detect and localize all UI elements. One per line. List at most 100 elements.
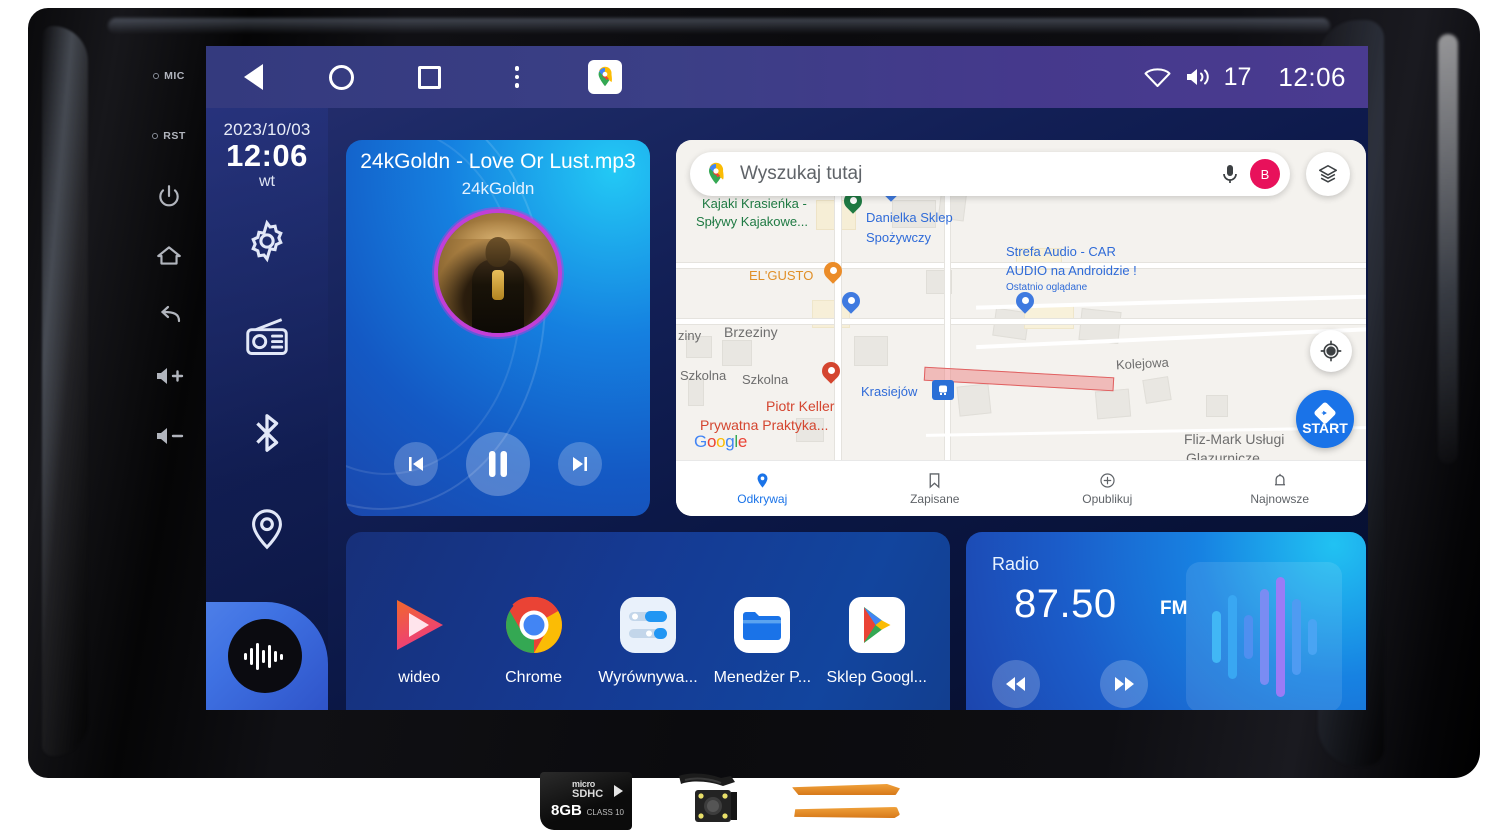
radio-seek-up-button[interactable] xyxy=(1100,660,1148,708)
status-indicators: 17 12:06 xyxy=(1144,62,1346,93)
app-shortcut-chrome[interactable]: Chrome xyxy=(480,594,588,687)
music-visualizer-button[interactable] xyxy=(228,619,302,693)
map-pin-restaurant[interactable] xyxy=(820,258,846,286)
map-pin-strefa-audio[interactable] xyxy=(1012,288,1038,316)
sd-class: CLASS 10 xyxy=(586,808,624,817)
navigation-start-button[interactable]: START xyxy=(1296,390,1354,448)
nav-recents-button[interactable] xyxy=(412,60,446,94)
map-nav-saved[interactable]: Zapisane xyxy=(849,472,1022,506)
reset-dot-icon xyxy=(152,133,159,139)
map-pin-piotr-keller[interactable] xyxy=(818,358,844,386)
widget-grid: 24kGoldn - Love Or Lust.mp3 24kGoldn Kaj… xyxy=(346,122,1368,710)
back-button[interactable] xyxy=(137,286,201,346)
equalizer-bar xyxy=(1307,619,1317,655)
statusbar-maps-shortcut[interactable] xyxy=(588,60,622,94)
map-building xyxy=(854,336,888,366)
radio-seek-down-button[interactable] xyxy=(992,660,1040,708)
video-player-icon xyxy=(388,594,450,656)
sidebar-time: 12:06 xyxy=(226,138,308,173)
nav-back-button[interactable] xyxy=(236,60,270,94)
map-label: Brzeziny xyxy=(724,324,778,340)
equalizer-bar xyxy=(1275,577,1285,697)
app-shortcut-equalizer[interactable]: Wyrównywa... xyxy=(594,594,702,687)
mic-indicator: MIC xyxy=(137,46,201,106)
google-watermark: Google xyxy=(694,432,748,451)
google-play-icon xyxy=(846,594,908,656)
microphone-icon[interactable] xyxy=(1220,162,1240,186)
avatar[interactable]: B xyxy=(1250,159,1280,189)
equalizer-bar xyxy=(1259,589,1269,685)
equalizer-bar xyxy=(1243,615,1253,659)
map-bottom-navigation: Odkrywaj Zapisane Opublikuj Najnowsze xyxy=(676,460,1366,516)
sidebar-item-location[interactable] xyxy=(241,503,293,555)
app-shortcut-wideo[interactable]: wideo xyxy=(365,594,473,687)
previous-track-button[interactable] xyxy=(394,442,438,486)
my-location-button[interactable] xyxy=(1310,330,1352,372)
map-nav-label: Odkrywaj xyxy=(737,491,788,506)
next-track-button[interactable] xyxy=(558,442,602,486)
map-label: Szkolna xyxy=(680,368,727,383)
home-button[interactable] xyxy=(137,226,201,286)
map-building xyxy=(1206,395,1228,417)
volume-up-button[interactable] xyxy=(137,346,201,406)
map-label: Strefa Audio - CAR xyxy=(1006,244,1116,259)
radio-visualizer xyxy=(1186,562,1342,710)
nav-overflow-button[interactable] xyxy=(500,60,534,94)
map-nav-explore[interactable]: Odkrywaj xyxy=(676,472,849,506)
recents-square-icon xyxy=(417,65,441,89)
track-title: 24kGoldn - Love Or Lust.mp3 xyxy=(360,150,636,173)
map-label: Spożywczy xyxy=(866,230,932,245)
map-road xyxy=(676,319,1366,324)
map-pin-store[interactable] xyxy=(838,288,864,316)
map-nav-updates[interactable]: Najnowsze xyxy=(1194,472,1367,506)
nav-home-button[interactable] xyxy=(324,60,358,94)
equalizer-bar xyxy=(1211,611,1221,663)
sidebar-item-settings[interactable] xyxy=(241,215,293,267)
app-shortcut-file-manager[interactable]: Menedżer P... xyxy=(708,594,816,687)
train-icon xyxy=(939,385,947,395)
map-label: Szkolna xyxy=(742,372,789,387)
app-label: Chrome xyxy=(505,668,563,686)
google-maps-widget[interactable]: Kajaki Krasieńka - Spływy Kajakowe... Da… xyxy=(676,140,1366,516)
volume-down-button[interactable] xyxy=(137,406,201,466)
map-label: Prywatna Praktyka... xyxy=(700,417,829,433)
map-label: Kolejowa xyxy=(1115,354,1170,373)
start-button-label: START xyxy=(1302,420,1348,436)
map-nav-contribute[interactable]: Opublikuj xyxy=(1021,472,1194,506)
overflow-menu-icon xyxy=(514,66,520,88)
music-visualizer-panel[interactable] xyxy=(206,602,328,710)
sd-arrow-icon xyxy=(614,785,623,797)
map-search-bar[interactable]: Wyszukaj tutaj B xyxy=(690,152,1290,196)
map-building xyxy=(1142,376,1172,404)
mic-dot-icon xyxy=(153,73,160,79)
power-button[interactable] xyxy=(137,166,201,226)
map-label: Fliz-Mark Usługi xyxy=(1184,431,1285,447)
bezel-gloss-top xyxy=(108,18,1330,34)
home-circle-icon xyxy=(328,64,354,90)
play-pause-button[interactable] xyxy=(466,432,530,496)
volume-up-icon xyxy=(157,368,184,384)
app-shortcut-play-store[interactable]: Sklep Googl... xyxy=(823,594,931,687)
app-label: Wyrównywa... xyxy=(598,668,698,686)
map-layers-button[interactable] xyxy=(1306,152,1350,196)
fast-forward-icon xyxy=(1115,677,1134,691)
skip-previous-icon xyxy=(409,457,423,471)
map-search-placeholder[interactable]: Wyszukaj tutaj xyxy=(740,163,1220,185)
sidebar-item-radio[interactable] xyxy=(241,311,293,363)
touchscreen[interactable]: 17 12:06 2023/10/03 12:06 wt 24kGoldn - … xyxy=(206,46,1368,710)
pry-tools xyxy=(792,784,900,818)
back-triangle-icon xyxy=(243,64,263,90)
sidebar-item-bluetooth[interactable] xyxy=(241,407,293,459)
power-icon xyxy=(159,185,179,207)
map-label: Spływy Kajakowe... xyxy=(696,214,808,229)
contribute-plus-icon xyxy=(1100,472,1115,488)
radio-widget[interactable]: Radio 87.50 FM xyxy=(966,532,1366,710)
reset-indicator[interactable]: RST xyxy=(137,106,201,166)
map-transit-marker[interactable] xyxy=(932,380,954,400)
music-player-widget[interactable]: 24kGoldn - Love Or Lust.mp3 24kGoldn xyxy=(346,140,650,516)
map-nav-label: Najnowsze xyxy=(1250,491,1310,506)
bezel-gloss-left xyxy=(42,26,88,756)
radio-frequency: 87.50 xyxy=(1014,582,1117,626)
map-label: AUDIO na Androidzie ! xyxy=(1006,263,1137,278)
file-manager-folder-icon xyxy=(731,594,793,656)
